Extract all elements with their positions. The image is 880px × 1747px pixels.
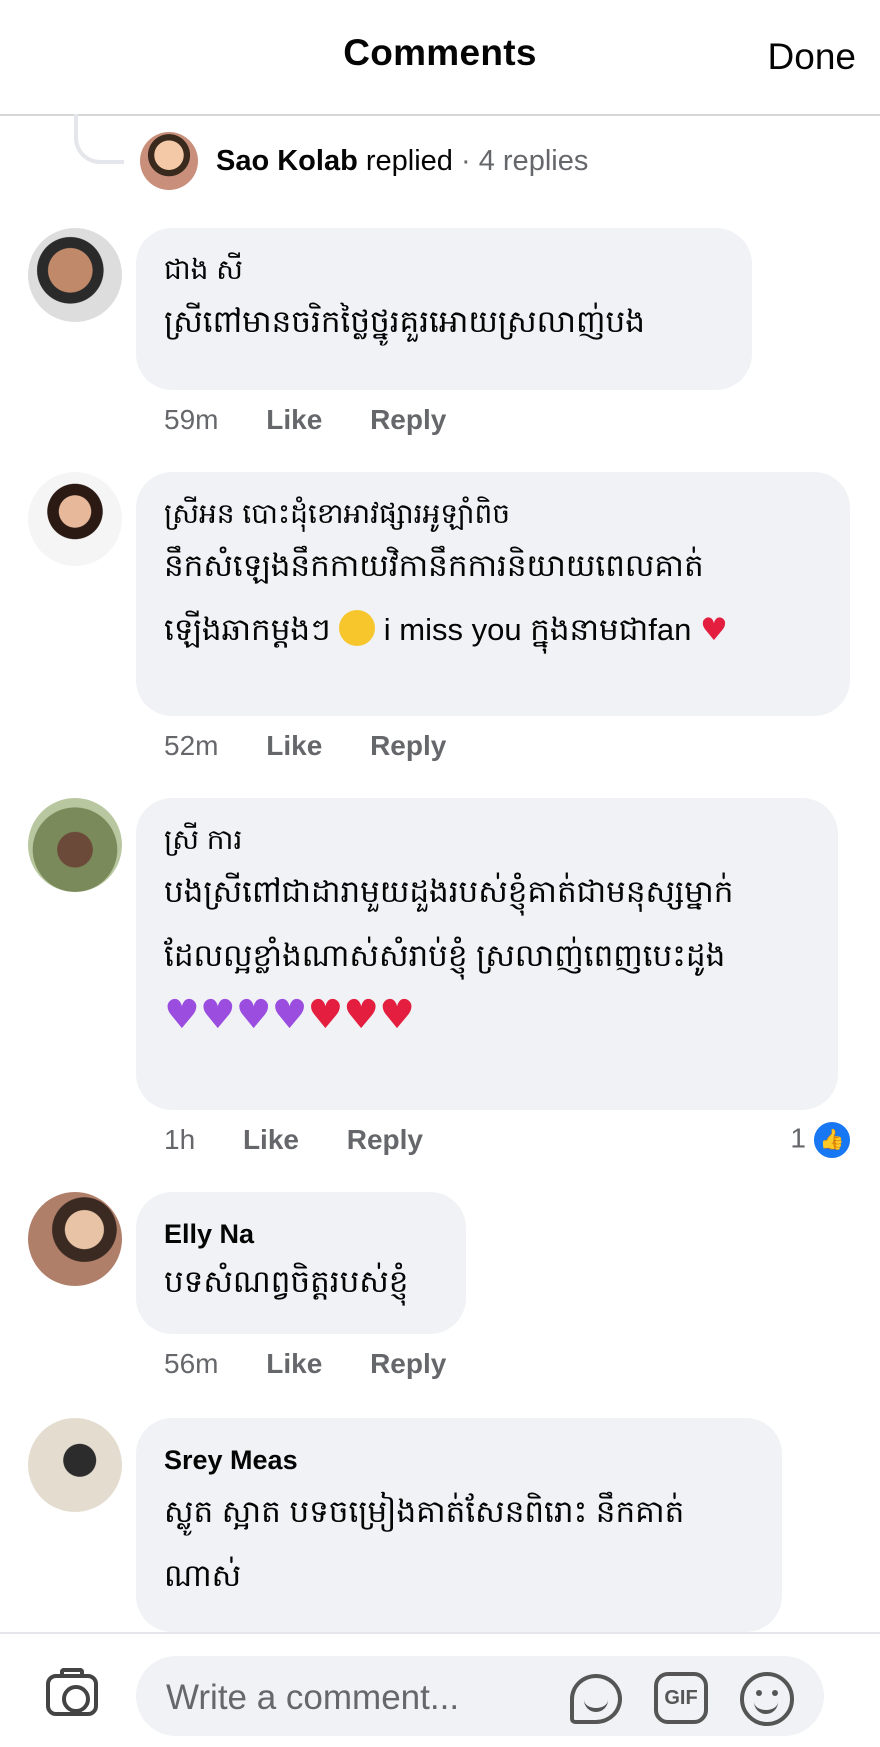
red-heart-emoji-icon: ♥ — [379, 992, 416, 1038]
comment-text: នឹកសំឡេងនឹកកាយវិកានឹកការនិយាយពេលគាត់ — [164, 548, 704, 583]
comment-input-placeholder[interactable]: Write a comment... — [166, 1678, 459, 1718]
done-button[interactable]: Done — [768, 36, 856, 78]
avatar[interactable] — [28, 1192, 122, 1286]
red-heart-emoji-icon: ♥ — [307, 992, 344, 1038]
like-button[interactable]: Like — [243, 1124, 299, 1156]
comment-bubble: Srey Meas ស្លូត ស្អាត បទចម្រៀងគាត់សែនពិរ… — [136, 1418, 782, 1632]
comment-time: 1h — [164, 1124, 196, 1155]
comment-text: ស្លូត ស្អាត បទចម្រៀងគាត់សែនពិរោះ នឹកគាត់ — [164, 1494, 685, 1529]
sticker-icon[interactable] — [570, 1674, 622, 1724]
comment-bubble: ជាង សី ស្រីពៅមានចរិកថ្លៃថ្នូរគួរអោយស្រលា… — [136, 228, 752, 390]
gif-icon[interactable]: GIF — [654, 1672, 708, 1724]
comment-bubble: ស្រីអន បោះដុំខោអាវផ្សារអូឡាំពិច នឹកសំឡេង… — [136, 472, 850, 716]
comment-time: 52m — [164, 730, 219, 761]
replier-name: Sao Kolab — [216, 145, 358, 177]
like-button[interactable]: Like — [266, 404, 322, 436]
purple-heart-emoji-icon: ♥ — [199, 992, 236, 1038]
reply-button[interactable]: Reply — [370, 1348, 446, 1380]
reaction-summary[interactable]: 1 👍 — [790, 1120, 852, 1160]
red-heart-emoji-icon: ♥ — [699, 612, 728, 648]
comment-text: ស្រីពៅមានចរិកថ្លៃថ្នូរគួរអោយស្រលាញ់បង — [164, 304, 645, 339]
comment-author[interactable]: ស្រី ការ — [164, 820, 810, 860]
avatar[interactable] — [28, 228, 122, 322]
comment-text-line: i miss you ក្នុងនាមជាfan — [383, 612, 692, 647]
comment-author[interactable]: ជាង សី — [164, 250, 724, 290]
comment-text: បងស្រីពៅជាដារាមួយដួងរបស់ខ្ញុំគាត់ជាមនុស្… — [164, 874, 734, 909]
smile-icon[interactable] — [740, 1672, 794, 1726]
purple-heart-emoji-icon: ♥ — [235, 992, 272, 1038]
comment-author[interactable]: Srey Meas — [164, 1440, 754, 1480]
purple-heart-emoji-icon: ♥ — [164, 992, 200, 1038]
comment-actions: 1h Like Reply — [164, 1124, 463, 1156]
red-heart-emoji-icon: ♥ — [343, 992, 380, 1038]
avatar — [140, 132, 198, 190]
like-button[interactable]: Like — [266, 730, 322, 762]
reply-button[interactable]: Reply — [370, 404, 446, 436]
comment-composer: Write a comment... GIF — [0, 1632, 880, 1747]
comment-author[interactable]: Elly Na — [164, 1214, 438, 1254]
comment-bubble: ស្រី ការ បងស្រីពៅជាដារាមួយដួងរបស់ខ្ញុំគា… — [136, 798, 838, 1110]
comment-actions: 56m Like Reply — [164, 1348, 486, 1380]
header-bar: Comments Done — [0, 0, 880, 116]
comment-text: ឡើងឆាកម្តងៗ i miss you ក្នុងនាមជាfan ♥ — [164, 598, 822, 662]
separator: · — [452, 145, 479, 177]
comment-time: 56m — [164, 1348, 219, 1379]
thread-connector — [74, 114, 124, 164]
emoji-line: ♥♥♥♥♥♥♥ — [164, 988, 810, 1042]
comment-text: ណាស់ — [164, 1558, 242, 1593]
purple-heart-emoji-icon: ♥ — [271, 992, 308, 1038]
avatar[interactable] — [28, 1418, 122, 1512]
reaction-count: 1 — [790, 1122, 806, 1154]
comment-author[interactable]: ស្រីអន បោះដុំខោអាវផ្សារអូឡាំពិច — [164, 494, 822, 534]
page-title: Comments — [343, 32, 537, 73]
avatar[interactable] — [28, 472, 122, 566]
crying-face-emoji-icon — [339, 609, 376, 646]
like-button[interactable]: Like — [266, 1348, 322, 1380]
like-icon: 👍 — [812, 1120, 852, 1160]
comment-actions: 52m Like Reply — [164, 730, 486, 762]
replies-count[interactable]: 4 replies — [479, 145, 589, 177]
avatar[interactable] — [28, 798, 122, 892]
comment-text: ដែលល្អខ្លាំងណាស់សំរាប់ខ្ញុំ ស្រលាញ់ពេញបេ… — [164, 938, 726, 973]
camera-icon[interactable] — [46, 1668, 98, 1716]
reply-button[interactable]: Reply — [347, 1124, 423, 1156]
comment-text: បទសំណព្វចិត្តរបស់ខ្ញុំ — [164, 1264, 409, 1299]
comment-text-line: ឡើងឆាកម្តងៗ — [164, 612, 331, 647]
reply-button[interactable]: Reply — [370, 730, 446, 762]
comment-actions: 59m Like Reply — [164, 404, 486, 436]
comment-bubble: Elly Na បទសំណព្វចិត្តរបស់ខ្ញុំ — [136, 1192, 466, 1334]
comment-time: 59m — [164, 404, 219, 435]
replied-action: replied — [365, 145, 453, 177]
